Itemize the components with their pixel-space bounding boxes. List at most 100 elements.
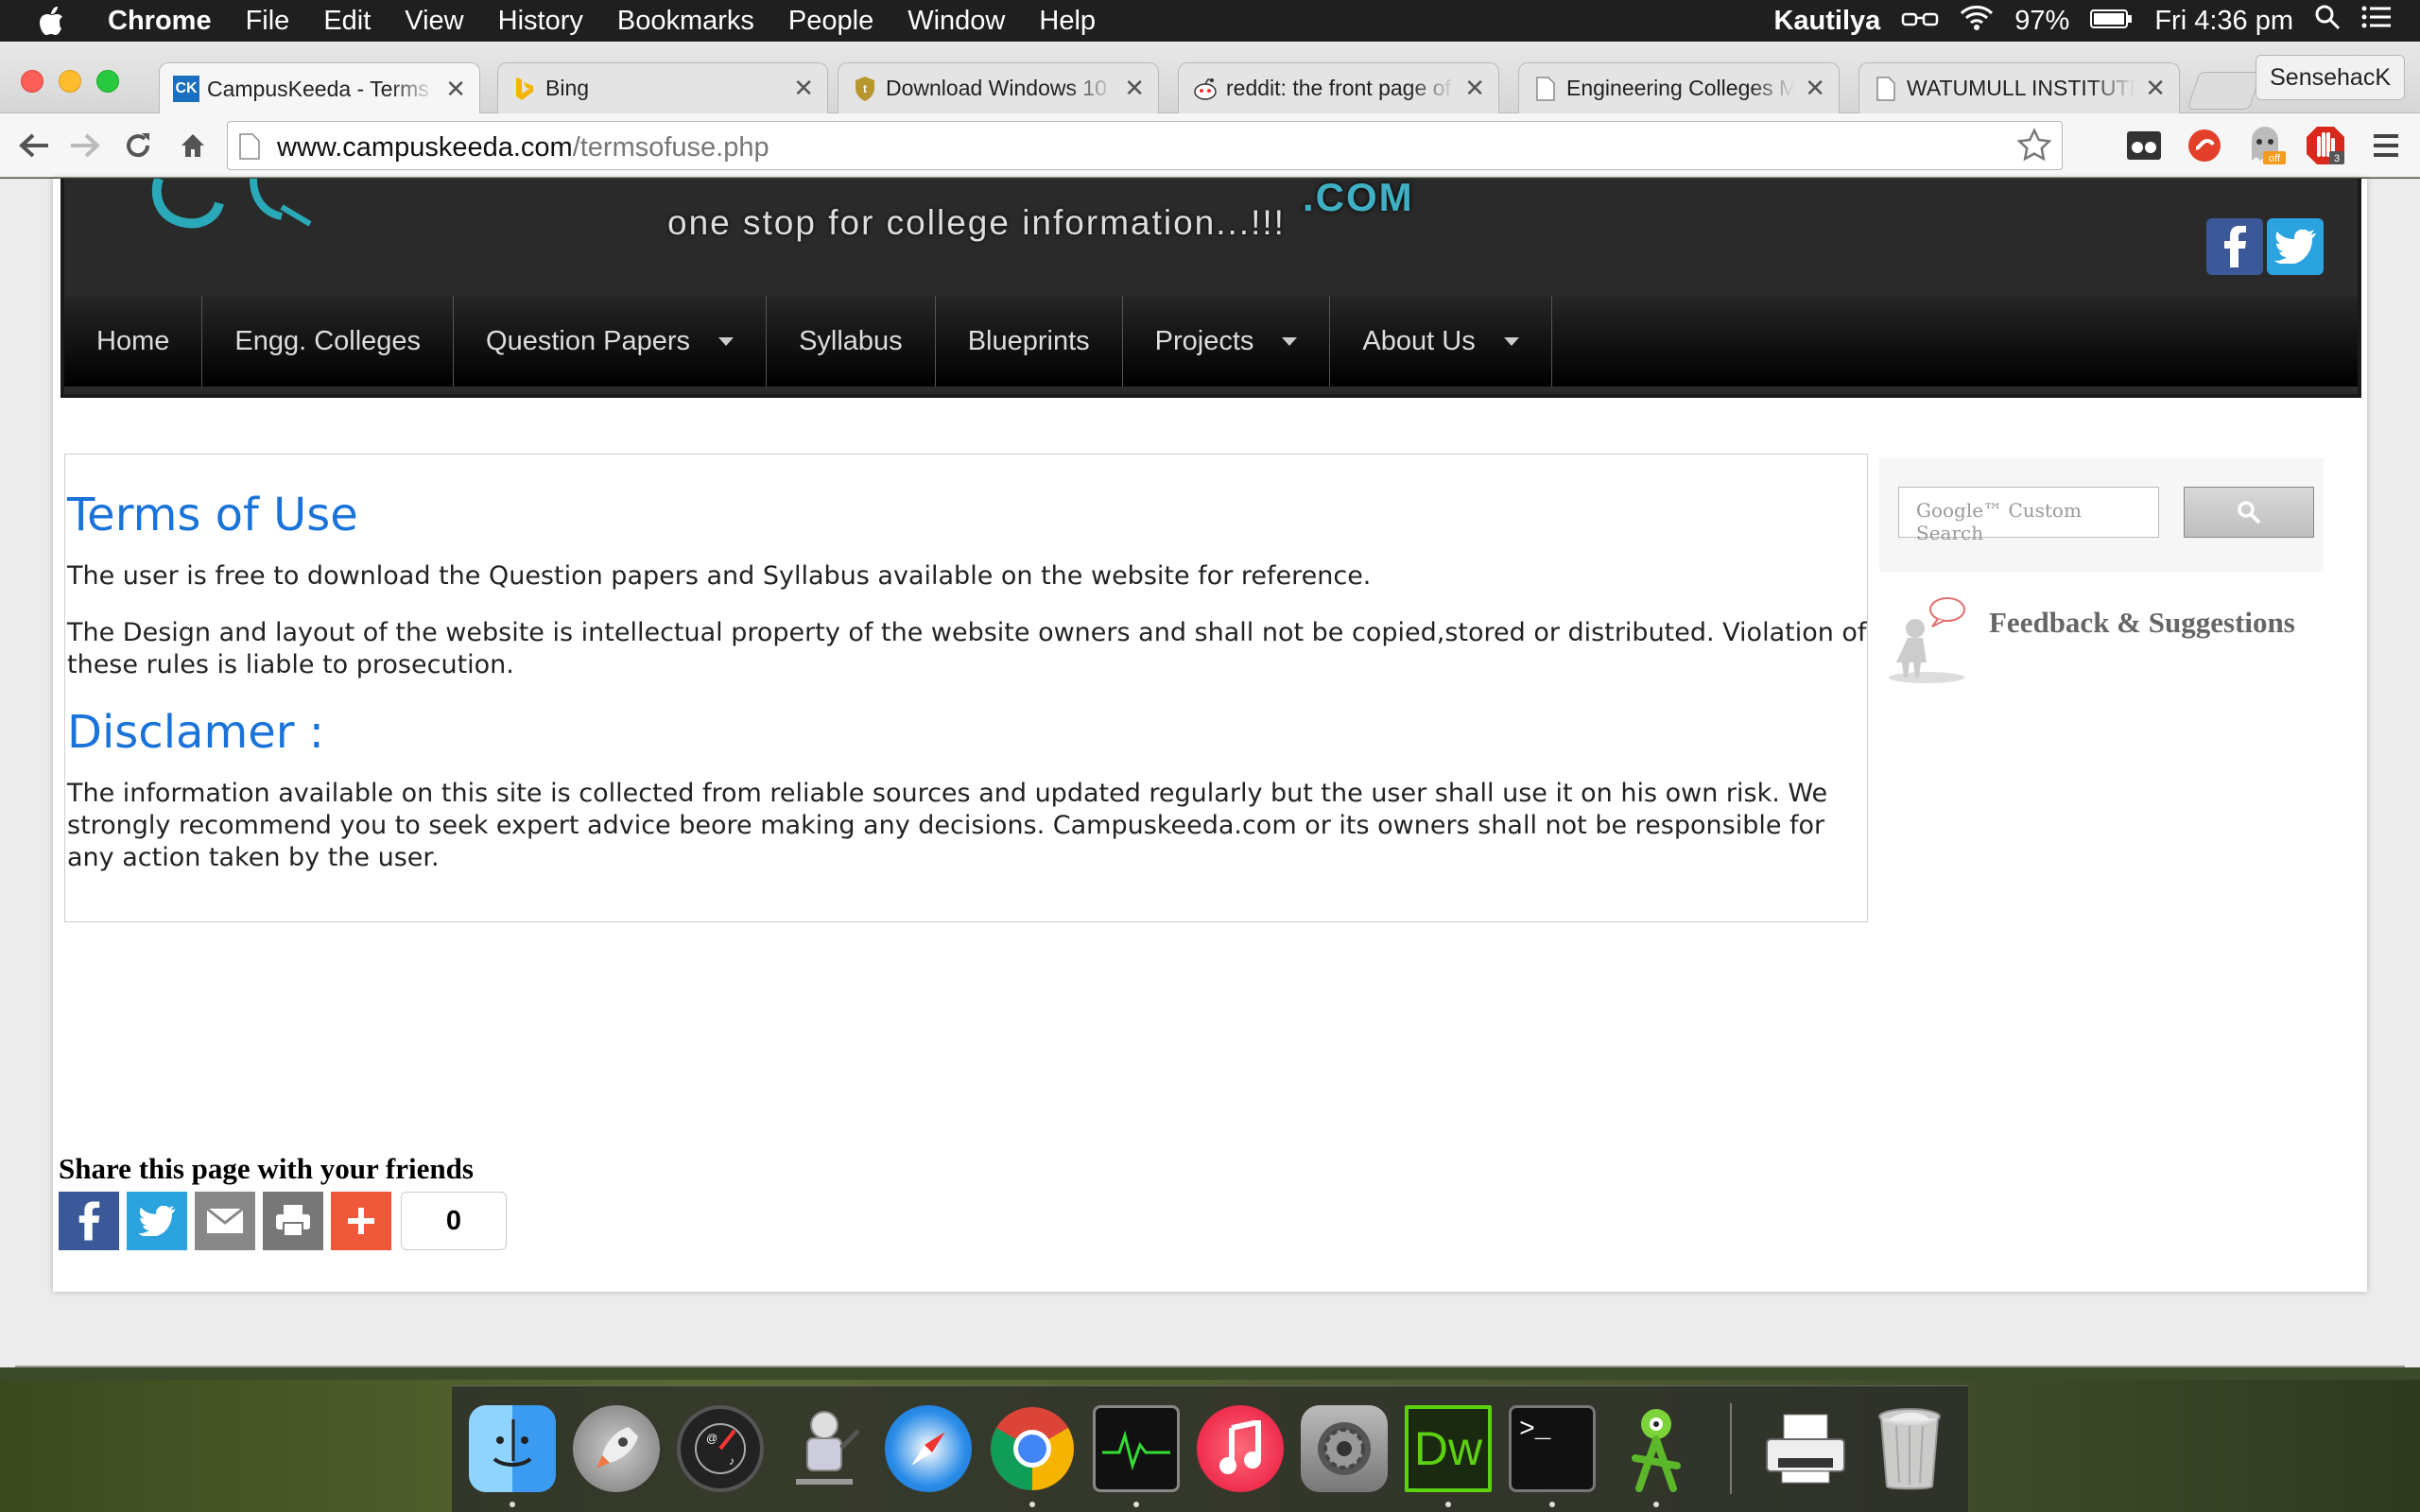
site-header: .COM one stop for college information...…: [60, 175, 2361, 398]
tab-download-windows[interactable]: t Download Windows 10 Free ✕: [838, 62, 1159, 113]
search-button[interactable]: [2184, 487, 2314, 538]
extension-glasses-icon[interactable]: [2123, 125, 2165, 166]
tab-watumull[interactable]: WATUMULL INSTITUTE OF ✕: [1858, 62, 2180, 113]
page-info-icon[interactable]: [239, 133, 260, 160]
finder-icon[interactable]: [469, 1405, 556, 1492]
menu-people[interactable]: People: [771, 0, 890, 42]
logo-dotcom: .COM: [1303, 175, 1414, 219]
printer-icon[interactable]: [1762, 1405, 1849, 1492]
wifi-icon[interactable]: [1960, 4, 1994, 38]
nav-home[interactable]: Home: [64, 296, 203, 387]
twitter-icon[interactable]: [2267, 218, 2324, 275]
automator-icon[interactable]: [781, 1405, 868, 1492]
new-tab-button[interactable]: [2187, 72, 2262, 110]
close-tab-icon[interactable]: ✕: [445, 75, 466, 104]
menu-bookmarks[interactable]: Bookmarks: [600, 0, 771, 42]
tab-engineering-colleges[interactable]: Engineering Colleges Mumbai ✕: [1518, 62, 1840, 113]
share-print-button[interactable]: [263, 1192, 323, 1250]
launchpad-icon[interactable]: [573, 1405, 660, 1492]
extension-red-swirl-icon[interactable]: [2184, 125, 2225, 166]
tab-campuskeeda[interactable]: CK CampusKeeda - Terms of Use ✕: [159, 62, 480, 114]
menu-window[interactable]: Window: [890, 0, 1022, 42]
dropdown-caret-icon: [1503, 336, 1519, 346]
nav-blueprints[interactable]: Blueprints: [936, 296, 1123, 387]
tab-title: WATUMULL INSTITUTE OF: [1907, 76, 2136, 100]
menu-file[interactable]: File: [229, 0, 307, 42]
plus-icon: [348, 1208, 374, 1234]
back-button[interactable]: [11, 123, 57, 168]
bookmark-star-icon[interactable]: [2016, 128, 2052, 168]
clock[interactable]: Fri 4:36 pm: [2154, 6, 2293, 37]
minimize-window-button[interactable]: [59, 70, 81, 93]
nav-label: About Us: [1362, 325, 1476, 356]
chrome-menu-icon[interactable]: [2365, 125, 2407, 166]
close-window-button[interactable]: [21, 70, 43, 93]
ck-icon: CK: [173, 76, 199, 102]
reload-button[interactable]: [115, 123, 161, 168]
user-name[interactable]: Kautilya: [1773, 6, 1880, 37]
feedback-link[interactable]: Feedback & Suggestions: [1879, 593, 2324, 687]
profile-button[interactable]: SensehacK: [2256, 55, 2405, 100]
nav-about-us[interactable]: About Us: [1330, 296, 1552, 387]
tab-title: reddit: the front page of the internet: [1226, 76, 1455, 100]
home-button[interactable]: [170, 123, 216, 168]
forward-button[interactable]: [62, 123, 108, 168]
zoom-window-button[interactable]: [96, 70, 119, 93]
notification-center-icon[interactable]: [2361, 5, 2392, 37]
apple-menu-icon[interactable]: [23, 0, 79, 42]
share-twitter-button[interactable]: [127, 1192, 187, 1250]
nav-label: Engg. Colleges: [234, 325, 422, 356]
chrome-icon[interactable]: [989, 1405, 1076, 1492]
share-more-button[interactable]: [331, 1192, 391, 1250]
address-bar[interactable]: www.campuskeeda.com/termsofuse.php: [227, 121, 2063, 170]
tab-reddit[interactable]: reddit: the front page of the internet ✕: [1178, 62, 1499, 113]
custom-search-input[interactable]: Google™ Custom Search: [1898, 487, 2159, 544]
terms-content: Terms of Use The user is free to downloa…: [64, 454, 1868, 922]
nav-question-papers[interactable]: Question Papers: [454, 296, 768, 387]
close-tab-icon[interactable]: ✕: [793, 74, 814, 103]
terminal-icon[interactable]: >_: [1509, 1405, 1596, 1492]
nav-projects[interactable]: Projects: [1123, 296, 1331, 387]
dreamweaver-icon[interactable]: Dw: [1405, 1405, 1492, 1492]
running-indicator: [510, 1502, 515, 1507]
safari-icon[interactable]: [885, 1405, 972, 1492]
extension-ghost-icon[interactable]: off: [2244, 125, 2286, 166]
close-tab-icon[interactable]: ✕: [2145, 74, 2166, 103]
trash-icon[interactable]: [1866, 1405, 1953, 1492]
share-email-button[interactable]: [195, 1192, 255, 1250]
menu-history[interactable]: History: [481, 0, 600, 42]
tab-bing[interactable]: Bing ✕: [497, 62, 828, 113]
menu-help[interactable]: Help: [1022, 0, 1113, 42]
close-tab-icon[interactable]: ✕: [1805, 74, 1825, 103]
nav-engg-colleges[interactable]: Engg. Colleges: [202, 296, 455, 387]
nav-label: Blueprints: [967, 325, 1090, 356]
main-nav: Home Engg. Colleges Question Papers Syll…: [64, 296, 2358, 387]
menu-edit[interactable]: Edit: [306, 0, 388, 42]
disclaimer-heading: Disclamer :: [67, 706, 324, 759]
feedback-label: Feedback & Suggestions: [1989, 606, 2295, 639]
extension-adblock-icon[interactable]: 3: [2305, 125, 2346, 166]
dashboard-icon[interactable]: @ ♪: [677, 1405, 764, 1492]
itunes-icon[interactable]: [1197, 1405, 1284, 1492]
svg-text:@: @: [706, 1432, 717, 1445]
site-logo[interactable]: [140, 179, 386, 235]
glasses-icon[interactable]: [1901, 6, 1939, 37]
tab-strip: CK CampusKeeda - Terms of Use ✕ Bing ✕ t…: [0, 42, 2420, 114]
close-tab-icon[interactable]: ✕: [1124, 74, 1145, 103]
nav-syllabus[interactable]: Syllabus: [767, 296, 936, 387]
close-tab-icon[interactable]: ✕: [1464, 74, 1485, 103]
menu-view[interactable]: View: [388, 0, 480, 42]
viewport-divider: [15, 1366, 2405, 1367]
spotlight-icon[interactable]: [2314, 4, 2341, 38]
shield-icon: t: [852, 76, 878, 102]
battery-icon[interactable]: [2090, 6, 2134, 37]
svg-text:off: off: [2269, 153, 2281, 164]
packet-tracer-icon[interactable]: [1613, 1405, 1700, 1492]
facebook-icon[interactable]: [2206, 218, 2263, 275]
share-facebook-button[interactable]: [59, 1192, 119, 1250]
system-preferences-icon[interactable]: [1301, 1405, 1388, 1492]
activity-monitor-icon[interactable]: [1093, 1405, 1180, 1492]
nav-label: Question Papers: [486, 325, 691, 356]
menu-chrome[interactable]: Chrome: [91, 0, 229, 42]
svg-text:t: t: [863, 82, 867, 95]
